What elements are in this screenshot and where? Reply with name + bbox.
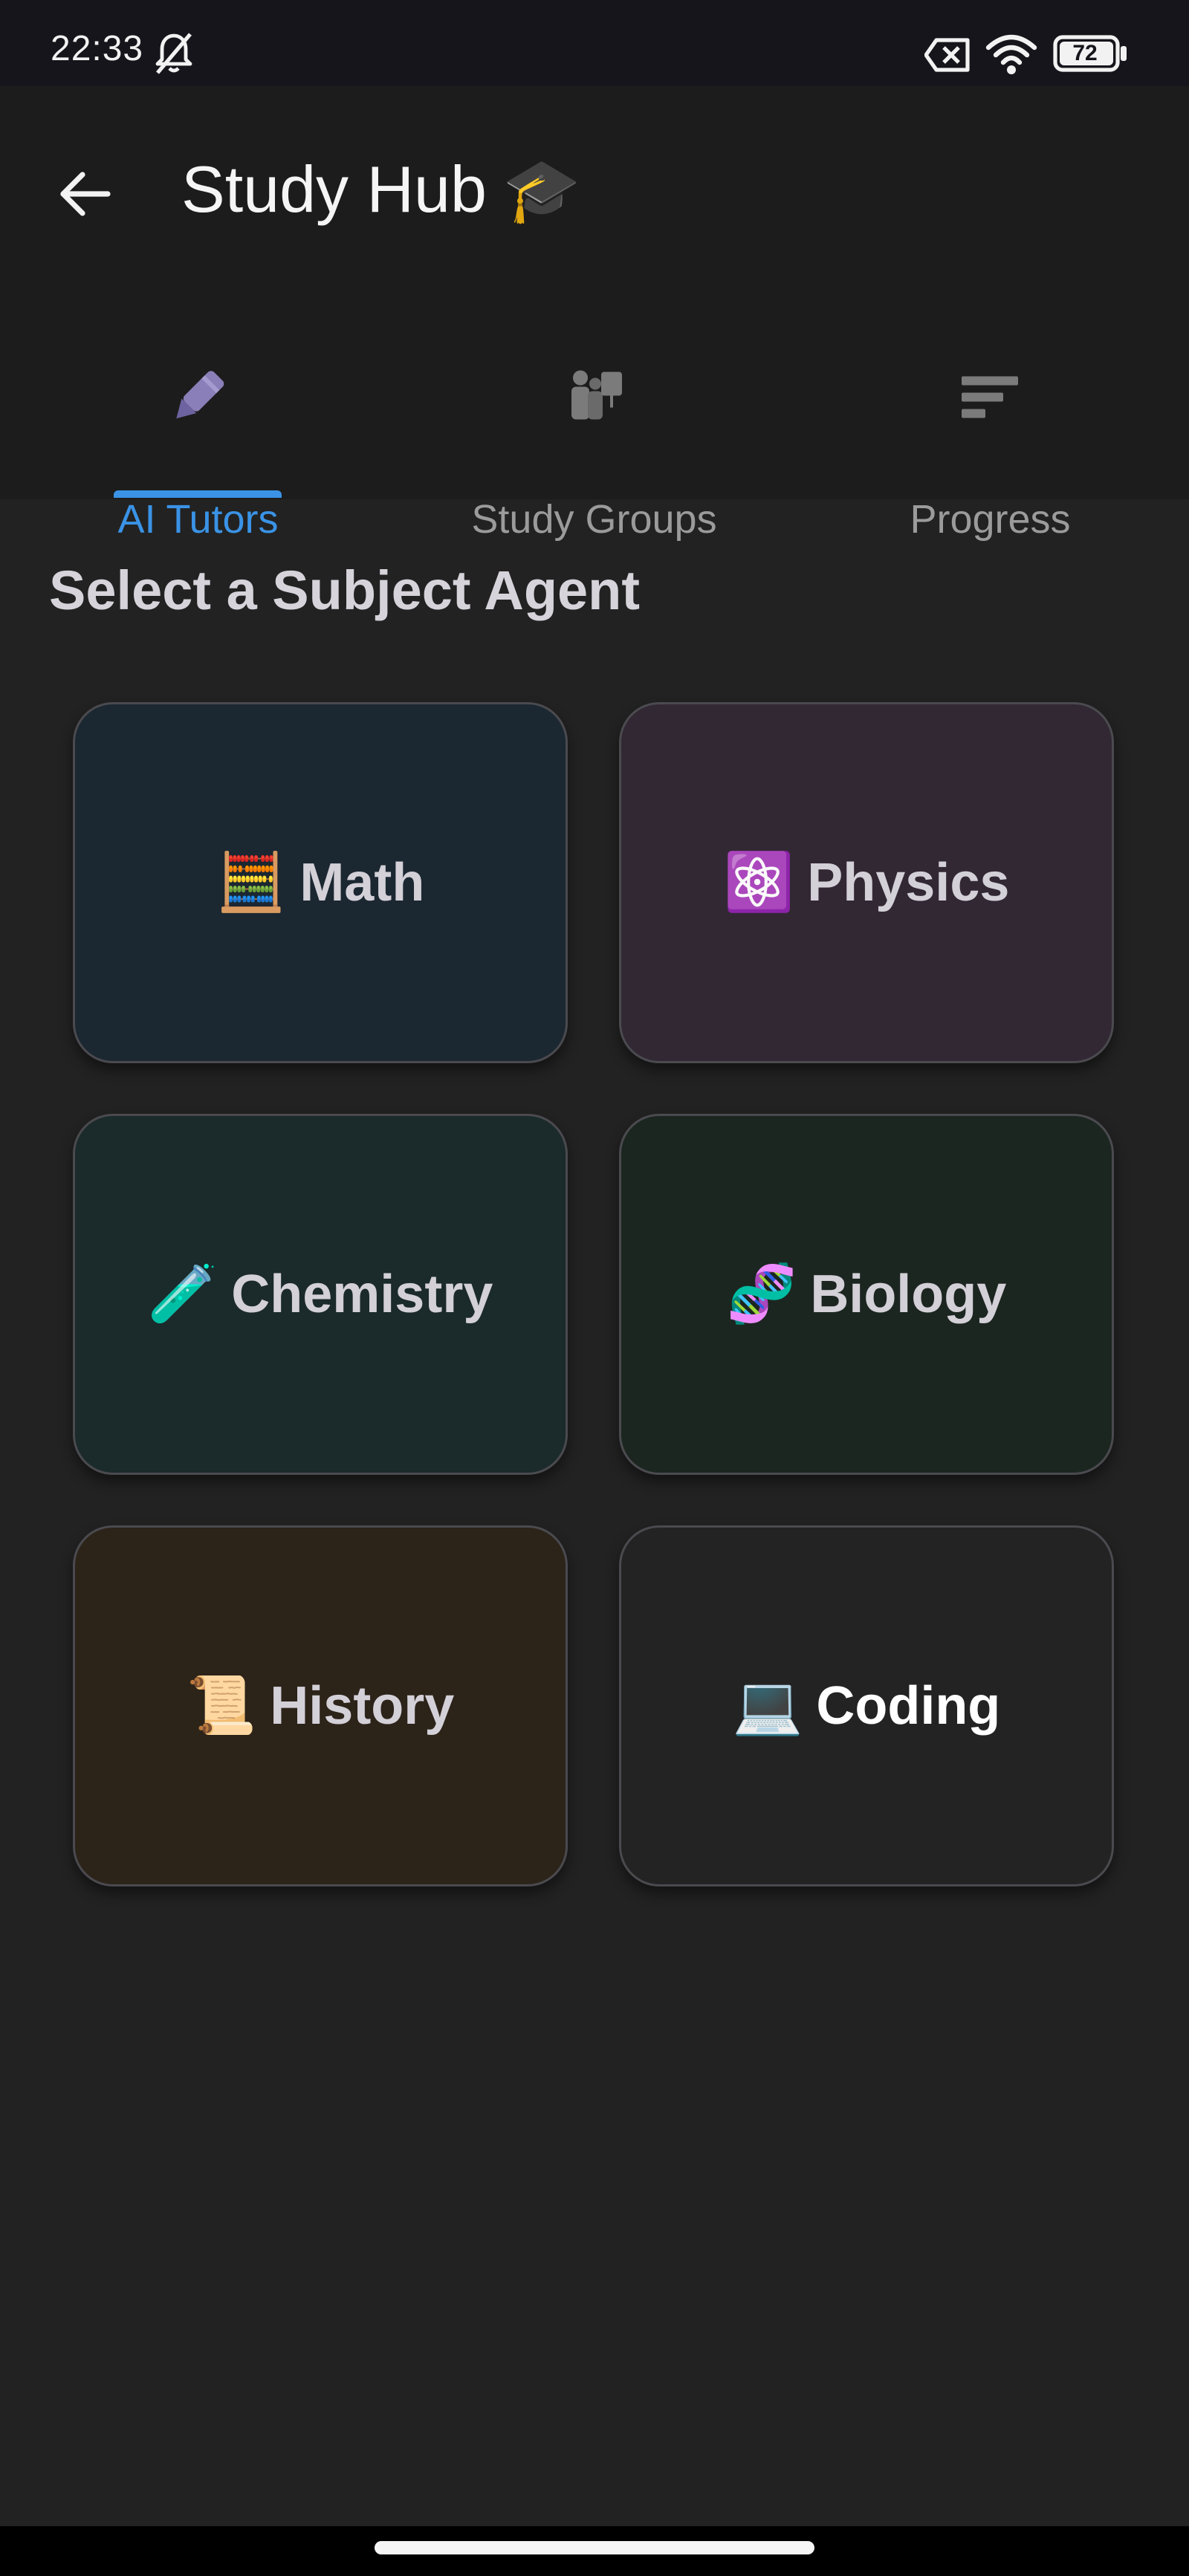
subject-label: Physics [807, 853, 1010, 912]
status-bar: 22:33 72 [0, 0, 1189, 86]
tab-bar: AI Tutors Study Groups Progress [0, 302, 1189, 542]
wifi-icon [985, 33, 1037, 80]
system-nav-bar [0, 2526, 1189, 2576]
test-tube-icon: 🧪 [147, 1262, 218, 1326]
active-tab-indicator [114, 490, 282, 498]
subject-card-history[interactable]: 📜 History [73, 1525, 568, 1886]
laptop-icon: 💻 [732, 1674, 803, 1737]
page-title: Study Hub 🎓 [181, 152, 581, 227]
bar-lines-icon [957, 371, 1024, 426]
page-title-text: Study Hub [181, 152, 487, 226]
subject-label: Biology [810, 1265, 1007, 1324]
crayon-icon [161, 360, 236, 438]
subject-card-physics[interactable]: ⚛️ Physics [619, 702, 1114, 1063]
subject-card-biology[interactable]: 🧬 Biology [619, 1114, 1114, 1475]
graduation-cap-icon: 🎓 [502, 155, 581, 225]
subject-label: Math [299, 853, 425, 912]
tab-ai-tutors[interactable]: AI Tutors [0, 302, 396, 542]
atom-icon: ⚛️ [723, 851, 794, 914]
scroll-icon: 📜 [186, 1674, 257, 1737]
status-time: 22:33 [51, 29, 144, 68]
tab-label: AI Tutors [117, 497, 279, 542]
subject-label: Coding [816, 1676, 1001, 1736]
data-off-icon [924, 37, 971, 77]
section-title: Select a Subject Agent [49, 559, 641, 621]
subject-label: History [270, 1676, 455, 1736]
arrow-left-icon [60, 172, 111, 216]
people-presentation-icon [561, 363, 628, 434]
subject-card-math[interactable]: 🧮 Math [73, 702, 568, 1063]
home-indicator[interactable] [375, 2541, 814, 2554]
abacus-icon: 🧮 [216, 851, 287, 914]
app-header: Study Hub 🎓 AI Tutors Study Groups Progr… [0, 86, 1189, 542]
tab-study-groups[interactable]: Study Groups [396, 302, 792, 542]
bell-off-icon [153, 31, 195, 80]
battery-level: 72 [1072, 41, 1098, 65]
dna-icon: 🧬 [726, 1262, 797, 1326]
tab-progress[interactable]: Progress [792, 302, 1188, 542]
tab-label: Study Groups [471, 497, 717, 542]
back-button[interactable] [45, 153, 126, 235]
subject-card-coding[interactable]: 💻 Coding [619, 1525, 1114, 1886]
subject-label: Chemistry [231, 1265, 493, 1324]
subject-card-chemistry[interactable]: 🧪 Chemistry [73, 1114, 568, 1475]
tab-label: Progress [910, 497, 1071, 542]
